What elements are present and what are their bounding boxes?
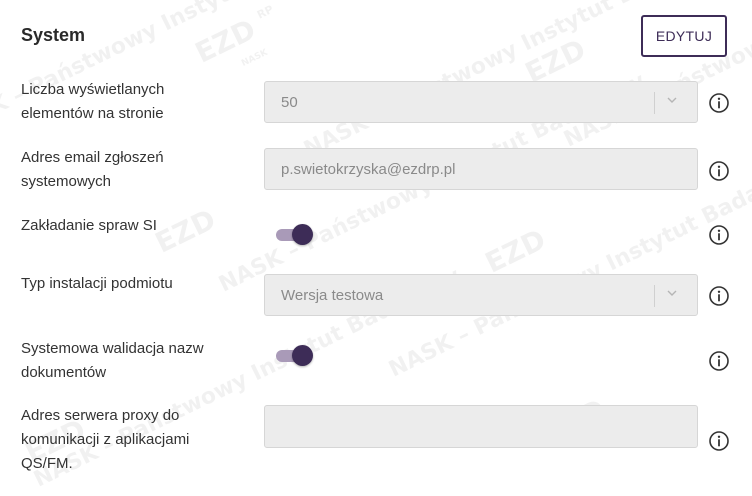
info-icon[interactable] [708,160,730,182]
watermark-logo: EZD [480,222,551,280]
toggle-knob [292,345,313,366]
select-separator [654,92,655,114]
watermark-logo-small: NASK [240,47,270,69]
document-name-validation-toggle[interactable] [276,345,314,367]
watermark-logo: EZD [190,12,261,70]
watermark-logo-sub: RP [255,2,276,22]
chevron-down-icon [667,97,677,103]
select-value: Wersja testowa [281,286,384,304]
proxy-server-field[interactable] [264,405,698,448]
select-value: 50 [281,93,298,111]
section-title: System [21,25,86,45]
info-icon[interactable] [708,224,730,246]
edit-button[interactable]: EDYTUJ [641,15,727,57]
toggle-knob [292,224,313,245]
info-icon[interactable] [708,350,730,372]
system-email-field[interactable]: p.swietokrzyska@ezdrp.pl [264,148,698,190]
installation-type-select[interactable]: Wersja testowa [264,274,698,316]
setting-label: Adres email zgłoszeń systemowych [21,149,164,190]
setting-label: Typ instalacji podmiotu [21,275,173,292]
setting-label: Systemowa walidacja nazw dokumentów [21,340,204,381]
items-per-page-select[interactable]: 50 [264,81,698,123]
info-icon[interactable] [708,285,730,307]
setting-label: Liczba wyświetlanych elementów na stroni… [21,81,165,122]
select-separator [654,285,655,307]
chevron-down-icon [667,290,677,296]
info-icon[interactable] [708,92,730,114]
info-icon[interactable] [708,430,730,452]
setting-label: Adres serwera proxy do komunikacji z apl… [21,407,190,472]
field-value: p.swietokrzyska@ezdrp.pl [281,160,456,178]
setting-label: Zakładanie spraw SI [21,217,157,234]
si-cases-toggle[interactable] [276,224,314,246]
